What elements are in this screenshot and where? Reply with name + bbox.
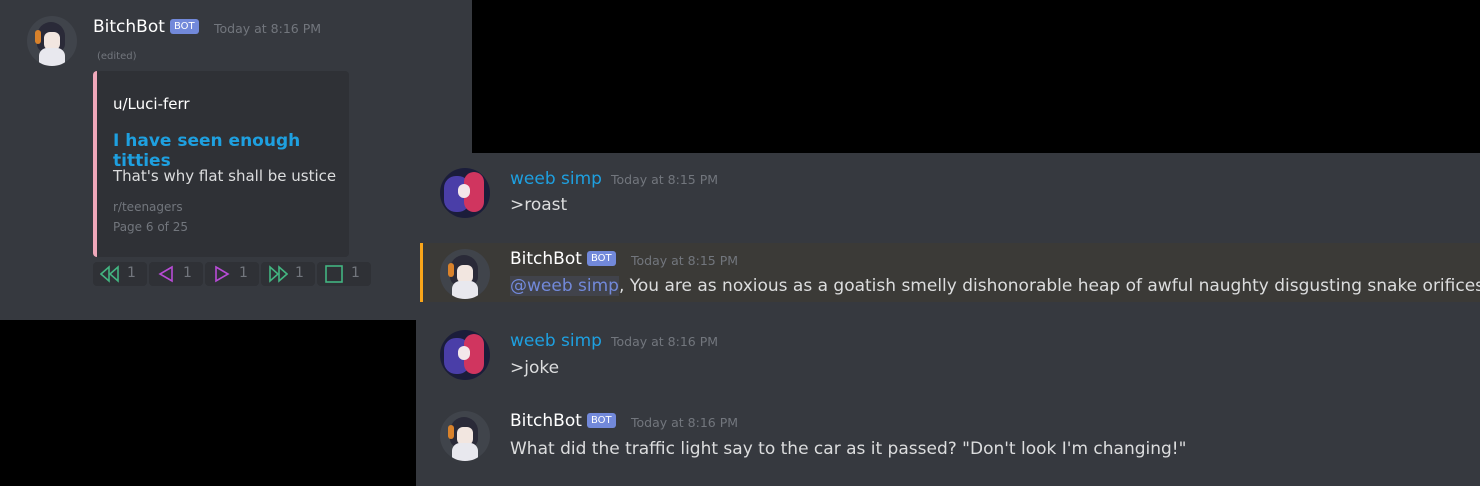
- right-chat-panel: [416, 153, 1480, 486]
- reddit-embed: u/Luci-ferr I have seen enough titties T…: [93, 71, 349, 257]
- weeb-simp-avatar[interactable]: [440, 168, 490, 218]
- bitchbot-avatar[interactable]: [440, 249, 490, 299]
- message-timestamp: Today at 8:15 PM: [611, 172, 719, 187]
- mention-highlight-bar: [420, 243, 423, 302]
- bot-badge: BOT: [587, 251, 616, 266]
- user-mention[interactable]: @weeb simp: [510, 276, 619, 296]
- embed-description: That's why flat shall be ustice: [113, 167, 337, 185]
- reaction-stop[interactable]: 1: [317, 262, 371, 286]
- embed-author[interactable]: u/Luci-ferr: [113, 95, 190, 113]
- reaction-count: 1: [183, 265, 192, 281]
- left-message-panel: BitchBot BOT Today at 8:16 PM (edited) u…: [0, 0, 472, 320]
- double-right-arrow-icon: [269, 265, 288, 283]
- message-text: >roast: [510, 195, 568, 215]
- reaction-next-page[interactable]: 1: [205, 262, 259, 286]
- bot-badge: BOT: [587, 413, 616, 428]
- bitchbot-avatar[interactable]: [27, 16, 77, 66]
- reaction-count: 1: [239, 265, 248, 281]
- embed-accent-bar: [93, 71, 97, 257]
- author-name[interactable]: BitchBot: [93, 17, 165, 37]
- message-text: >joke: [510, 358, 560, 378]
- author-name[interactable]: BitchBot: [510, 411, 582, 431]
- left-arrow-icon: [158, 265, 173, 283]
- message-body: , You are as noxious as a goatish smelly…: [618, 276, 1480, 296]
- embed-footer-page: Page 6 of 25: [113, 220, 188, 234]
- author-name[interactable]: BitchBot: [510, 249, 582, 269]
- reaction-first-page[interactable]: 1: [93, 262, 147, 286]
- author-name[interactable]: weeb simp: [510, 169, 602, 189]
- edited-label: (edited): [97, 51, 137, 62]
- reaction-count: 1: [295, 265, 304, 281]
- message-timestamp: Today at 8:16 PM: [631, 415, 739, 430]
- reaction-count: 1: [127, 265, 136, 281]
- reaction-previous-page[interactable]: 1: [149, 262, 203, 286]
- right-arrow-icon: [215, 265, 230, 283]
- message-text: @weeb simp, You are as noxious as a goat…: [510, 276, 1480, 296]
- double-left-arrow-icon: [100, 265, 119, 283]
- embed-title[interactable]: I have seen enough titties: [113, 131, 349, 171]
- reaction-last-page[interactable]: 1: [261, 262, 315, 286]
- stop-square-icon: [325, 265, 343, 283]
- message-timestamp: Today at 8:16 PM: [611, 334, 719, 349]
- message-text: What did the traffic light say to the ca…: [510, 439, 1187, 459]
- weeb-simp-avatar[interactable]: [440, 330, 490, 380]
- message-timestamp: Today at 8:15 PM: [631, 253, 739, 268]
- author-name[interactable]: weeb simp: [510, 331, 602, 351]
- bot-badge: BOT: [170, 19, 199, 34]
- bitchbot-avatar[interactable]: [440, 411, 490, 461]
- reaction-count: 1: [351, 265, 360, 281]
- embed-footer-subreddit: r/teenagers: [113, 200, 183, 214]
- message-timestamp: Today at 8:16 PM: [214, 21, 322, 36]
